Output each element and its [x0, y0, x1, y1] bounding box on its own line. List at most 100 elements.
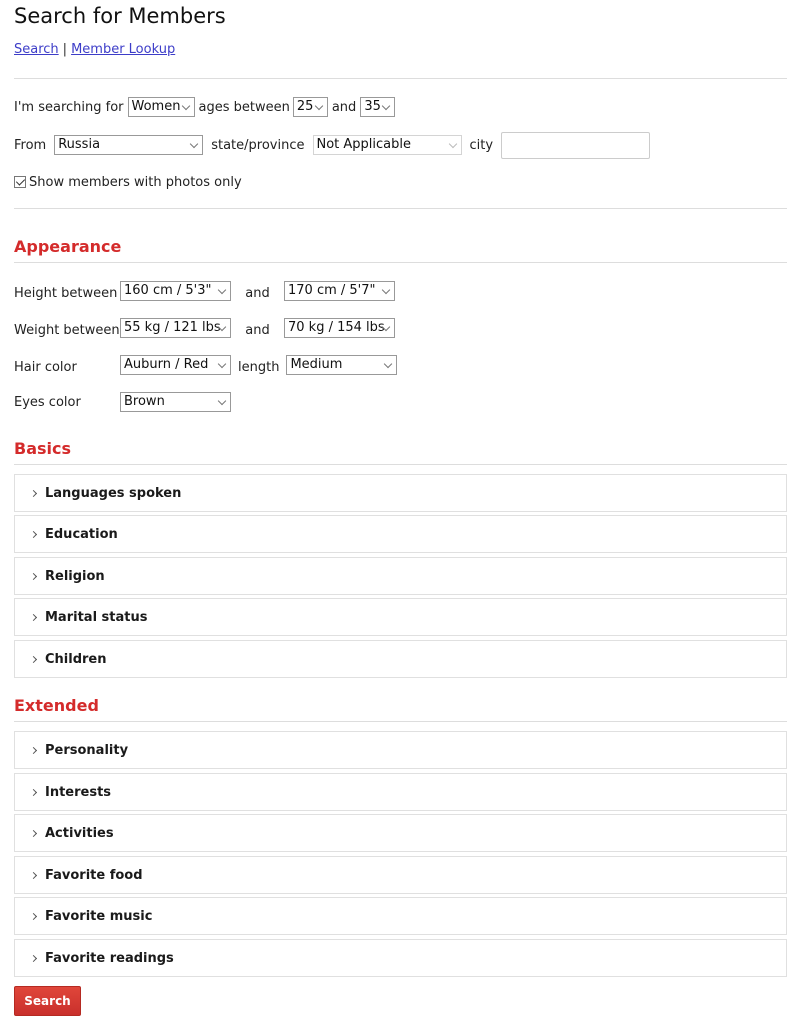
- chevron-right-icon: [29, 613, 38, 622]
- panel-title: Interests: [45, 784, 112, 800]
- length-label: length: [238, 359, 280, 375]
- panel-title: Languages spoken: [45, 485, 182, 501]
- panel-title: Activities: [45, 825, 114, 841]
- searching-for-label: I'm searching for: [14, 99, 124, 115]
- breadcrumb-nav: Search | Member Lookup: [14, 42, 175, 57]
- weight-max-value: 70 kg / 154 lbs: [288, 320, 385, 335]
- panel-languages-spoken[interactable]: Languages spoken: [14, 474, 787, 512]
- section-divider: [14, 464, 787, 465]
- photos-only-label: Show members with photos only: [29, 174, 242, 190]
- panel-favorite-readings[interactable]: Favorite readings: [14, 939, 787, 977]
- hair-length-select[interactable]: Medium: [286, 355, 398, 375]
- chevron-right-icon: [29, 489, 38, 498]
- panel-title: Education: [45, 526, 118, 542]
- weight-label: Weight between: [14, 322, 120, 338]
- nav-separator: |: [62, 42, 68, 57]
- weight-min-select[interactable]: 55 kg / 121 lbs: [120, 318, 231, 338]
- weight-and-label: and: [245, 322, 270, 338]
- divider: [14, 208, 787, 209]
- chevron-down-icon: [189, 139, 199, 149]
- eyes-color-select[interactable]: Brown: [120, 392, 231, 412]
- from-label: From: [14, 137, 47, 153]
- country-select[interactable]: Russia: [54, 135, 204, 155]
- chevron-down-icon: [181, 101, 190, 111]
- state-select-value: Not Applicable: [316, 137, 412, 152]
- age-min-select[interactable]: 25: [292, 97, 328, 117]
- hair-length-value: Medium: [290, 357, 343, 372]
- age-min-value: 25: [296, 99, 314, 114]
- gender-select-value: Women: [131, 99, 181, 114]
- chevron-right-icon: [29, 829, 38, 838]
- chevron-down-icon: [314, 101, 324, 111]
- and-label: and: [331, 99, 357, 115]
- panel-favorite-food[interactable]: Favorite food: [14, 856, 787, 894]
- chevron-right-icon: [29, 871, 38, 880]
- chevron-right-icon: [29, 788, 38, 797]
- age-max-value: 35: [364, 99, 381, 114]
- extended-title: Extended: [14, 696, 99, 715]
- chevron-right-icon: [29, 912, 38, 921]
- height-row: Height between 160 cm / 5'3" and 170 cm …: [14, 280, 395, 302]
- panel-favorite-music[interactable]: Favorite music: [14, 897, 787, 935]
- panel-children[interactable]: Children: [14, 640, 787, 678]
- eyes-row: Eyes color Brown: [14, 391, 231, 413]
- chevron-down-icon: [217, 285, 227, 295]
- state-select[interactable]: Not Applicable: [312, 135, 462, 155]
- chevron-down-icon: [382, 101, 391, 111]
- country-select-value: Russia: [58, 137, 101, 152]
- age-max-select[interactable]: 35: [360, 97, 396, 117]
- state-label: state/province: [211, 137, 305, 153]
- weight-max-select[interactable]: 70 kg / 154 lbs: [284, 318, 395, 338]
- hair-row: Hair color Auburn / Red length Medium: [14, 354, 398, 376]
- chevron-right-icon: [29, 572, 38, 581]
- photos-only-row: Show members with photos only: [14, 171, 242, 193]
- eyes-color-value: Brown: [124, 394, 165, 409]
- panel-religion[interactable]: Religion: [14, 557, 787, 595]
- height-max-select[interactable]: 170 cm / 5'7": [284, 281, 395, 301]
- nav-link-search[interactable]: Search: [14, 42, 59, 57]
- panel-activities[interactable]: Activities: [14, 814, 787, 852]
- chevron-right-icon: [29, 746, 38, 755]
- panel-marital-status[interactable]: Marital status: [14, 598, 787, 636]
- basics-title: Basics: [14, 439, 72, 458]
- location-row: From Russia state/province Not Applicabl…: [14, 131, 651, 159]
- height-and-label: and: [245, 285, 270, 301]
- city-label: city: [469, 137, 494, 153]
- chevron-right-icon: [29, 954, 38, 963]
- chevron-right-icon: [29, 530, 38, 539]
- panel-personality[interactable]: Personality: [14, 731, 787, 769]
- nav-link-member-lookup[interactable]: Member Lookup: [71, 42, 175, 57]
- divider: [14, 78, 787, 79]
- chevron-right-icon: [29, 655, 38, 664]
- ages-between-label: ages between: [198, 99, 290, 115]
- panel-title: Favorite food: [45, 867, 143, 883]
- chevron-down-icon: [217, 396, 227, 406]
- panel-title: Favorite music: [45, 908, 153, 924]
- weight-min-value: 55 kg / 121 lbs: [124, 320, 221, 335]
- hair-color-select[interactable]: Auburn / Red: [120, 355, 231, 375]
- section-divider: [14, 721, 787, 722]
- section-divider: [14, 262, 787, 263]
- panel-title: Religion: [45, 568, 105, 584]
- city-input[interactable]: [501, 131, 651, 159]
- height-min-value: 160 cm / 5'3": [124, 283, 212, 298]
- panel-title: Personality: [45, 742, 129, 758]
- weight-row: Weight between 55 kg / 121 lbs and 70 kg…: [14, 317, 395, 339]
- chevron-down-icon: [381, 285, 391, 295]
- search-button[interactable]: Search: [14, 986, 81, 1016]
- height-max-value: 170 cm / 5'7": [288, 283, 376, 298]
- panel-interests[interactable]: Interests: [14, 773, 787, 811]
- gender-select[interactable]: Women: [127, 97, 195, 117]
- hair-color-label: Hair color: [14, 359, 77, 375]
- panel-education[interactable]: Education: [14, 515, 787, 553]
- height-min-select[interactable]: 160 cm / 5'3": [120, 281, 231, 301]
- photos-only-checkbox[interactable]: [14, 176, 26, 188]
- panel-title: Favorite readings: [45, 950, 174, 966]
- page-title: Search for Members: [14, 4, 226, 28]
- panel-title: Marital status: [45, 609, 148, 625]
- hair-color-value: Auburn / Red: [124, 357, 209, 372]
- chevron-down-icon: [217, 359, 227, 369]
- panel-title: Children: [45, 651, 107, 667]
- eyes-color-label: Eyes color: [14, 394, 81, 410]
- chevron-down-icon: [448, 139, 457, 149]
